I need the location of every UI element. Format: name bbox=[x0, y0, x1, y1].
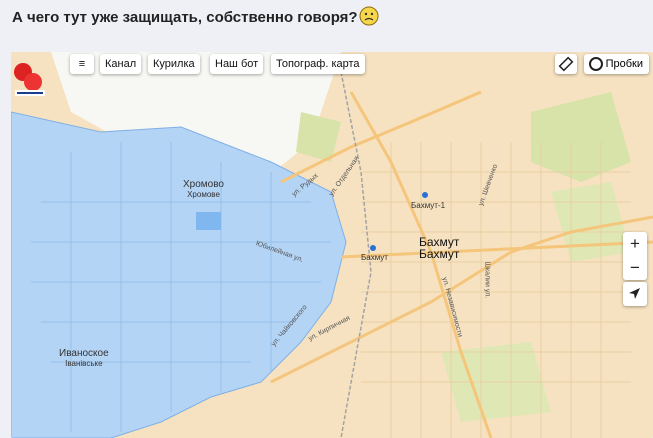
worried-face-icon bbox=[359, 6, 379, 26]
place-label: Хромово Хромове bbox=[183, 179, 224, 200]
zoom-out-button[interactable]: − bbox=[623, 256, 647, 280]
street-label: Шкалии ул. bbox=[483, 261, 491, 299]
post-title: А чего тут уже защищать, собственно гово… bbox=[12, 9, 358, 26]
menu-button[interactable]: ≡ bbox=[70, 54, 94, 74]
ruler-button[interactable] bbox=[555, 54, 577, 74]
traffic-label: Пробки bbox=[605, 58, 643, 70]
place-label: Иваноское Іванівське bbox=[59, 348, 109, 369]
topo-map-button[interactable]: Топограф. карта bbox=[271, 54, 365, 74]
traffic-button[interactable]: Пробки bbox=[583, 54, 649, 74]
map-canvas[interactable] bbox=[11, 52, 653, 438]
locate-button[interactable] bbox=[623, 282, 647, 306]
location-arrow-icon bbox=[629, 288, 640, 299]
zoom-control: + − bbox=[623, 232, 647, 280]
station-label: Бахмут bbox=[361, 253, 388, 262]
smoking-room-button[interactable]: Курилка bbox=[148, 54, 200, 74]
menu-icon: ≡ bbox=[78, 58, 86, 70]
channel-button[interactable]: Канал bbox=[100, 54, 142, 74]
city-label: Бахмут Бахмут bbox=[419, 235, 460, 261]
zoom-in-button[interactable]: + bbox=[623, 232, 647, 256]
ruler-icon bbox=[558, 56, 574, 72]
channel-logo-icon bbox=[14, 63, 45, 96]
traffic-icon bbox=[588, 57, 603, 71]
map-widget[interactable]: ≡ Канал Курилка Наш бот Топограф. карта … bbox=[11, 52, 653, 438]
station-label: Бахмут-1 bbox=[411, 201, 446, 210]
our-bot-button[interactable]: Наш бот bbox=[210, 54, 264, 74]
